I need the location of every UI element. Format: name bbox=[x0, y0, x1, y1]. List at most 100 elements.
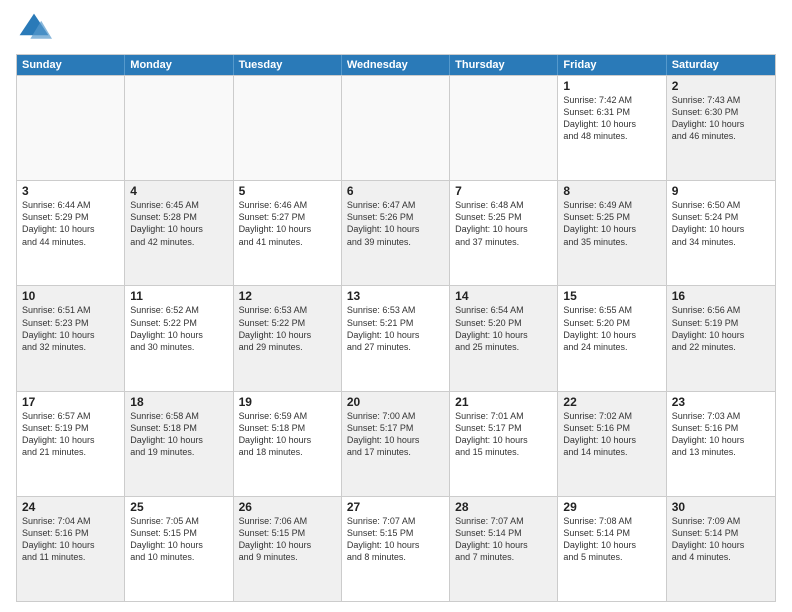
weekday-header-friday: Friday bbox=[558, 55, 666, 75]
calendar-cell: 12Sunrise: 6:53 AM Sunset: 5:22 PM Dayli… bbox=[234, 286, 342, 390]
cell-info: Sunrise: 6:56 AM Sunset: 5:19 PM Dayligh… bbox=[672, 304, 770, 353]
day-number: 8 bbox=[563, 184, 660, 198]
cell-info: Sunrise: 7:00 AM Sunset: 5:17 PM Dayligh… bbox=[347, 410, 444, 459]
calendar-cell: 14Sunrise: 6:54 AM Sunset: 5:20 PM Dayli… bbox=[450, 286, 558, 390]
day-number: 23 bbox=[672, 395, 770, 409]
day-number: 19 bbox=[239, 395, 336, 409]
day-number: 9 bbox=[672, 184, 770, 198]
calendar-row-0: 1Sunrise: 7:42 AM Sunset: 6:31 PM Daylig… bbox=[17, 75, 775, 180]
cell-info: Sunrise: 6:48 AM Sunset: 5:25 PM Dayligh… bbox=[455, 199, 552, 248]
day-number: 17 bbox=[22, 395, 119, 409]
calendar-cell: 5Sunrise: 6:46 AM Sunset: 5:27 PM Daylig… bbox=[234, 181, 342, 285]
day-number: 25 bbox=[130, 500, 227, 514]
cell-info: Sunrise: 7:06 AM Sunset: 5:15 PM Dayligh… bbox=[239, 515, 336, 564]
day-number: 18 bbox=[130, 395, 227, 409]
calendar-cell: 29Sunrise: 7:08 AM Sunset: 5:14 PM Dayli… bbox=[558, 497, 666, 601]
calendar-cell: 4Sunrise: 6:45 AM Sunset: 5:28 PM Daylig… bbox=[125, 181, 233, 285]
calendar-cell: 13Sunrise: 6:53 AM Sunset: 5:21 PM Dayli… bbox=[342, 286, 450, 390]
day-number: 13 bbox=[347, 289, 444, 303]
cell-info: Sunrise: 6:59 AM Sunset: 5:18 PM Dayligh… bbox=[239, 410, 336, 459]
calendar-cell: 10Sunrise: 6:51 AM Sunset: 5:23 PM Dayli… bbox=[17, 286, 125, 390]
day-number: 28 bbox=[455, 500, 552, 514]
calendar-cell: 3Sunrise: 6:44 AM Sunset: 5:29 PM Daylig… bbox=[17, 181, 125, 285]
calendar-cell bbox=[17, 76, 125, 180]
day-number: 26 bbox=[239, 500, 336, 514]
weekday-header-monday: Monday bbox=[125, 55, 233, 75]
weekday-header-sunday: Sunday bbox=[17, 55, 125, 75]
cell-info: Sunrise: 7:03 AM Sunset: 5:16 PM Dayligh… bbox=[672, 410, 770, 459]
calendar-header: SundayMondayTuesdayWednesdayThursdayFrid… bbox=[17, 55, 775, 75]
calendar-cell: 16Sunrise: 6:56 AM Sunset: 5:19 PM Dayli… bbox=[667, 286, 775, 390]
logo bbox=[16, 10, 56, 46]
calendar-cell bbox=[234, 76, 342, 180]
calendar-cell: 2Sunrise: 7:43 AM Sunset: 6:30 PM Daylig… bbox=[667, 76, 775, 180]
cell-info: Sunrise: 7:05 AM Sunset: 5:15 PM Dayligh… bbox=[130, 515, 227, 564]
day-number: 12 bbox=[239, 289, 336, 303]
cell-info: Sunrise: 7:07 AM Sunset: 5:15 PM Dayligh… bbox=[347, 515, 444, 564]
calendar-row-3: 17Sunrise: 6:57 AM Sunset: 5:19 PM Dayli… bbox=[17, 391, 775, 496]
calendar: SundayMondayTuesdayWednesdayThursdayFrid… bbox=[16, 54, 776, 602]
calendar-cell: 28Sunrise: 7:07 AM Sunset: 5:14 PM Dayli… bbox=[450, 497, 558, 601]
calendar-cell: 7Sunrise: 6:48 AM Sunset: 5:25 PM Daylig… bbox=[450, 181, 558, 285]
day-number: 16 bbox=[672, 289, 770, 303]
day-number: 29 bbox=[563, 500, 660, 514]
calendar-cell bbox=[125, 76, 233, 180]
cell-info: Sunrise: 7:02 AM Sunset: 5:16 PM Dayligh… bbox=[563, 410, 660, 459]
day-number: 4 bbox=[130, 184, 227, 198]
day-number: 2 bbox=[672, 79, 770, 93]
cell-info: Sunrise: 6:55 AM Sunset: 5:20 PM Dayligh… bbox=[563, 304, 660, 353]
calendar-cell: 25Sunrise: 7:05 AM Sunset: 5:15 PM Dayli… bbox=[125, 497, 233, 601]
day-number: 3 bbox=[22, 184, 119, 198]
cell-info: Sunrise: 6:46 AM Sunset: 5:27 PM Dayligh… bbox=[239, 199, 336, 248]
cell-info: Sunrise: 6:45 AM Sunset: 5:28 PM Dayligh… bbox=[130, 199, 227, 248]
header bbox=[16, 10, 776, 46]
page: SundayMondayTuesdayWednesdayThursdayFrid… bbox=[0, 0, 792, 612]
cell-info: Sunrise: 6:44 AM Sunset: 5:29 PM Dayligh… bbox=[22, 199, 119, 248]
cell-info: Sunrise: 6:50 AM Sunset: 5:24 PM Dayligh… bbox=[672, 199, 770, 248]
cell-info: Sunrise: 6:52 AM Sunset: 5:22 PM Dayligh… bbox=[130, 304, 227, 353]
cell-info: Sunrise: 7:04 AM Sunset: 5:16 PM Dayligh… bbox=[22, 515, 119, 564]
cell-info: Sunrise: 7:01 AM Sunset: 5:17 PM Dayligh… bbox=[455, 410, 552, 459]
weekday-header-wednesday: Wednesday bbox=[342, 55, 450, 75]
day-number: 30 bbox=[672, 500, 770, 514]
calendar-cell bbox=[342, 76, 450, 180]
cell-info: Sunrise: 7:08 AM Sunset: 5:14 PM Dayligh… bbox=[563, 515, 660, 564]
calendar-cell: 27Sunrise: 7:07 AM Sunset: 5:15 PM Dayli… bbox=[342, 497, 450, 601]
day-number: 21 bbox=[455, 395, 552, 409]
calendar-row-4: 24Sunrise: 7:04 AM Sunset: 5:16 PM Dayli… bbox=[17, 496, 775, 601]
day-number: 24 bbox=[22, 500, 119, 514]
cell-info: Sunrise: 6:51 AM Sunset: 5:23 PM Dayligh… bbox=[22, 304, 119, 353]
day-number: 15 bbox=[563, 289, 660, 303]
calendar-cell: 22Sunrise: 7:02 AM Sunset: 5:16 PM Dayli… bbox=[558, 392, 666, 496]
day-number: 27 bbox=[347, 500, 444, 514]
calendar-cell: 17Sunrise: 6:57 AM Sunset: 5:19 PM Dayli… bbox=[17, 392, 125, 496]
day-number: 22 bbox=[563, 395, 660, 409]
cell-info: Sunrise: 6:57 AM Sunset: 5:19 PM Dayligh… bbox=[22, 410, 119, 459]
weekday-header-thursday: Thursday bbox=[450, 55, 558, 75]
calendar-body: 1Sunrise: 7:42 AM Sunset: 6:31 PM Daylig… bbox=[17, 75, 775, 601]
cell-info: Sunrise: 7:09 AM Sunset: 5:14 PM Dayligh… bbox=[672, 515, 770, 564]
cell-info: Sunrise: 6:53 AM Sunset: 5:22 PM Dayligh… bbox=[239, 304, 336, 353]
day-number: 20 bbox=[347, 395, 444, 409]
calendar-cell: 23Sunrise: 7:03 AM Sunset: 5:16 PM Dayli… bbox=[667, 392, 775, 496]
cell-info: Sunrise: 6:47 AM Sunset: 5:26 PM Dayligh… bbox=[347, 199, 444, 248]
day-number: 14 bbox=[455, 289, 552, 303]
day-number: 5 bbox=[239, 184, 336, 198]
calendar-cell: 1Sunrise: 7:42 AM Sunset: 6:31 PM Daylig… bbox=[558, 76, 666, 180]
cell-info: Sunrise: 6:54 AM Sunset: 5:20 PM Dayligh… bbox=[455, 304, 552, 353]
calendar-cell: 9Sunrise: 6:50 AM Sunset: 5:24 PM Daylig… bbox=[667, 181, 775, 285]
calendar-cell: 11Sunrise: 6:52 AM Sunset: 5:22 PM Dayli… bbox=[125, 286, 233, 390]
calendar-cell: 30Sunrise: 7:09 AM Sunset: 5:14 PM Dayli… bbox=[667, 497, 775, 601]
calendar-cell: 15Sunrise: 6:55 AM Sunset: 5:20 PM Dayli… bbox=[558, 286, 666, 390]
calendar-row-2: 10Sunrise: 6:51 AM Sunset: 5:23 PM Dayli… bbox=[17, 285, 775, 390]
cell-info: Sunrise: 7:42 AM Sunset: 6:31 PM Dayligh… bbox=[563, 94, 660, 143]
calendar-cell: 18Sunrise: 6:58 AM Sunset: 5:18 PM Dayli… bbox=[125, 392, 233, 496]
day-number: 6 bbox=[347, 184, 444, 198]
calendar-cell: 19Sunrise: 6:59 AM Sunset: 5:18 PM Dayli… bbox=[234, 392, 342, 496]
logo-icon bbox=[16, 10, 52, 46]
day-number: 10 bbox=[22, 289, 119, 303]
weekday-header-saturday: Saturday bbox=[667, 55, 775, 75]
day-number: 7 bbox=[455, 184, 552, 198]
cell-info: Sunrise: 7:43 AM Sunset: 6:30 PM Dayligh… bbox=[672, 94, 770, 143]
calendar-cell: 20Sunrise: 7:00 AM Sunset: 5:17 PM Dayli… bbox=[342, 392, 450, 496]
